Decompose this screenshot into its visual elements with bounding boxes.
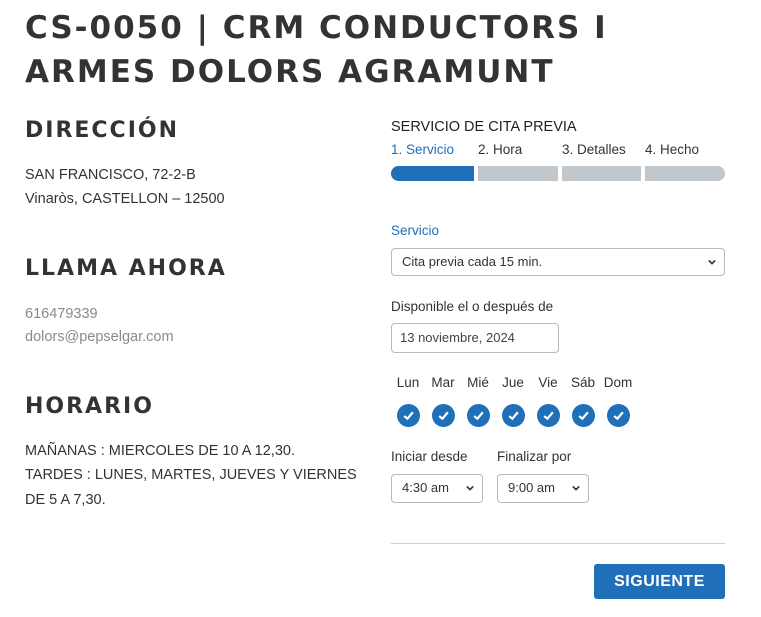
call-now-heading: LLAMA AHORA	[25, 256, 227, 281]
check-icon	[613, 411, 624, 421]
step-details-bar	[562, 166, 641, 181]
booking-title: SERVICIO DE CITA PREVIA	[391, 119, 577, 135]
address-line-1: SAN FRANCISCO, 72-2-B	[25, 167, 196, 183]
divider	[391, 543, 725, 544]
check-icon	[543, 411, 554, 421]
day-check-mon[interactable]	[397, 404, 420, 427]
check-icon	[403, 411, 414, 421]
available-from-label: Disponible el o después de	[391, 299, 554, 314]
step-time-label: 2. Hora	[478, 142, 523, 157]
day-check-sun[interactable]	[607, 404, 630, 427]
day-label-wed: Mié	[467, 375, 489, 390]
day-label-thu: Jue	[502, 375, 524, 390]
day-label-tue: Mar	[431, 375, 455, 390]
step-service-label: 1. Servicio	[391, 142, 455, 157]
day-label-mon: Lun	[396, 375, 420, 390]
chevron-down-icon	[708, 259, 716, 265]
phone-number[interactable]: 616479339	[25, 302, 98, 326]
start-time-value: 4:30 am	[402, 480, 449, 495]
check-icon	[473, 411, 484, 421]
next-button[interactable]: SIGUIENTE	[594, 564, 725, 599]
email-address[interactable]: dolors@pepselgar.com	[25, 325, 174, 349]
check-icon	[438, 411, 449, 421]
address-line-2: Vinaròs, CASTELLON – 12500	[25, 191, 225, 207]
start-time-select[interactable]: 4:30 am	[391, 474, 483, 503]
check-icon	[578, 411, 589, 421]
step-details-label: 3. Detalles	[562, 142, 626, 157]
end-time-label: Finalizar por	[497, 449, 572, 464]
chevron-down-icon	[572, 485, 580, 491]
day-check-fri[interactable]	[537, 404, 560, 427]
day-check-wed[interactable]	[467, 404, 490, 427]
service-select[interactable]: Cita previa cada 15 min.	[391, 248, 725, 276]
start-time-label: Iniciar desde	[391, 449, 468, 464]
check-icon	[508, 411, 519, 421]
page-title: CS-0050 | CRM CONDUCTORS I ARMES DOLORS …	[25, 10, 608, 90]
step-service-bar	[391, 166, 474, 181]
end-time-value: 9:00 am	[508, 480, 555, 495]
address-heading: DIRECCIÓN	[25, 118, 180, 143]
schedule-heading: HORARIO	[25, 394, 154, 419]
chevron-down-icon	[466, 485, 474, 491]
date-input[interactable]: 13 noviembre, 2024	[391, 323, 559, 353]
day-label-sat: Sáb	[570, 375, 596, 390]
day-check-thu[interactable]	[502, 404, 525, 427]
schedule-line-3: DE 5 A 7,30.	[25, 492, 106, 508]
step-time-bar	[478, 166, 558, 181]
day-check-tue[interactable]	[432, 404, 455, 427]
day-label-fri: Vie	[538, 375, 558, 390]
end-time-select[interactable]: 9:00 am	[497, 474, 589, 503]
schedule-line-1: MAÑANAS : MIERCOLES DE 10 A 12,30.	[25, 443, 295, 459]
service-label: Servicio	[391, 223, 440, 238]
step-done-bar	[645, 166, 725, 181]
schedule-line-2: TARDES : LUNES, MARTES, JUEVES Y VIERNES	[25, 467, 357, 483]
day-label-sun: Dom	[603, 375, 633, 390]
day-check-sat[interactable]	[572, 404, 595, 427]
service-select-value: Cita previa cada 15 min.	[402, 254, 543, 269]
step-done-label: 4. Hecho	[645, 142, 700, 157]
